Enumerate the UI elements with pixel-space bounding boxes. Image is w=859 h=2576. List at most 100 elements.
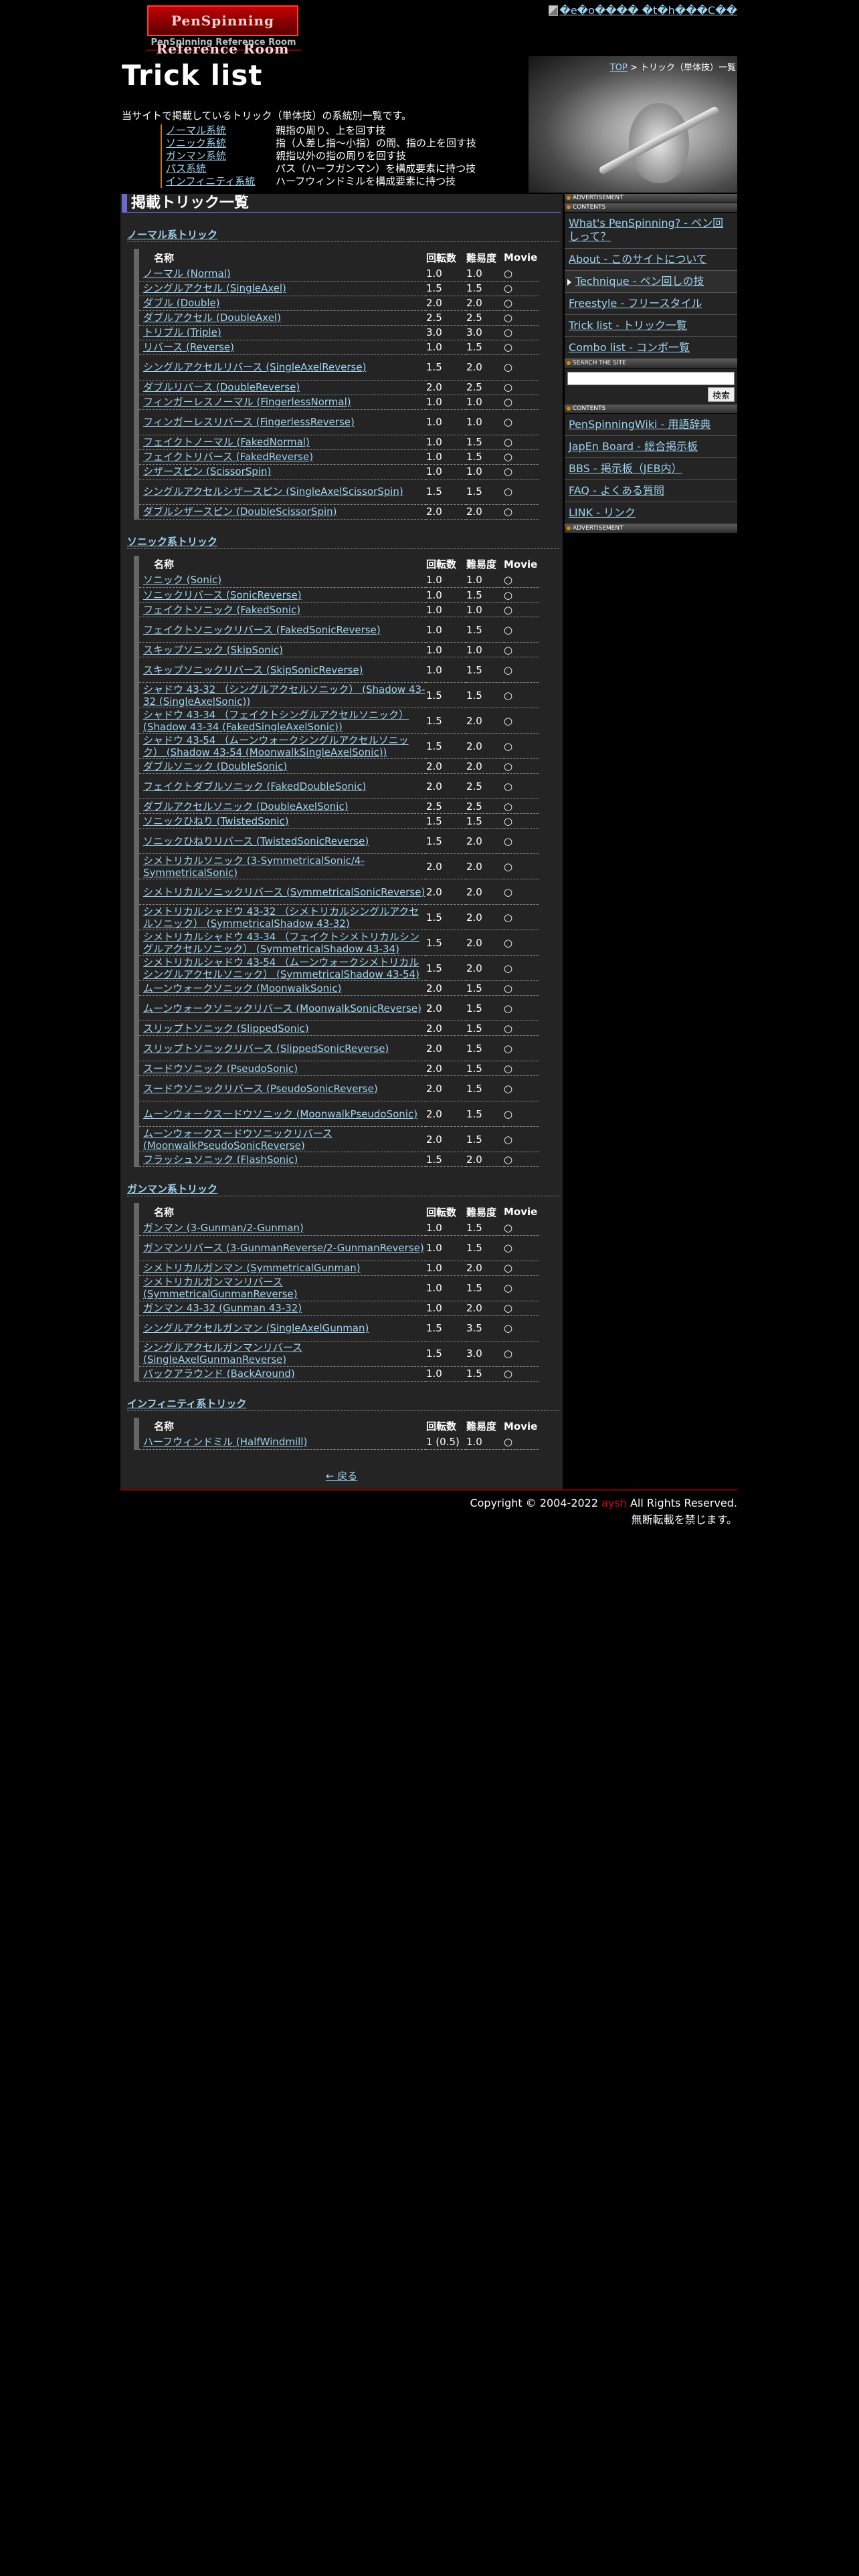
sidebar-item-bbs[interactable]: BBS - 掲示板（JEB内） xyxy=(565,458,737,480)
movie-cell[interactable]: ○ xyxy=(504,853,539,879)
movie-cell[interactable]: ○ xyxy=(504,310,539,326)
movie-cell[interactable]: ○ xyxy=(504,1301,539,1316)
trick-link[interactable]: フェイクトダブルソニック (FakedDoubleSonic) xyxy=(143,780,366,792)
sidebar-item-combo-list[interactable]: Combo list - コンボ一覧 xyxy=(565,337,737,359)
movie-cell[interactable]: ○ xyxy=(504,380,539,395)
movie-cell[interactable]: ○ xyxy=(504,1275,539,1301)
movie-cell[interactable]: ○ xyxy=(504,266,539,282)
sidebar-item-technique[interactable]: Technique - ペン回しの技 xyxy=(565,271,737,293)
back-link[interactable]: ← 戻る xyxy=(326,1470,357,1482)
trick-link[interactable]: フェイクトソニックリバース (FakedSonicReverse) xyxy=(143,624,381,636)
trick-link[interactable]: スードウソニックリバース (PseudoSonicReverse) xyxy=(143,1083,378,1095)
trick-link[interactable]: ムーンウォークソニック (MoonwalkSonic) xyxy=(143,982,341,994)
movie-cell[interactable]: ○ xyxy=(504,955,539,981)
section-title-link[interactable]: ガンマン系トリック xyxy=(127,1183,217,1195)
movie-cell[interactable]: ○ xyxy=(504,980,539,996)
movie-cell[interactable]: ○ xyxy=(504,657,539,683)
trick-link[interactable]: シメトリカルガンマンリバース (SymmetricalGunmanReverse… xyxy=(143,1276,298,1300)
trick-link[interactable]: フェイクトリバース (FakedReverse) xyxy=(143,451,313,463)
trick-link[interactable]: ガンマンリバース (3-GunmanReverse/2-GunmanRevers… xyxy=(143,1242,424,1254)
movie-cell[interactable]: ○ xyxy=(504,572,539,588)
trick-link[interactable]: ダブルシザースピン (DoubleScissorSpin) xyxy=(143,506,337,518)
trick-link[interactable]: シメトリカルシャドウ 43-32 （シメトリカルシングルアクセルソニック） (S… xyxy=(143,905,419,930)
movie-cell[interactable]: ○ xyxy=(504,449,539,465)
movie-cell[interactable]: ○ xyxy=(504,325,539,340)
trick-link[interactable]: スードウソニック (PseudoSonic) xyxy=(143,1063,298,1075)
trick-link[interactable]: シメトリカルガンマン (SymmetricalGunman) xyxy=(143,1262,361,1274)
section-title-link[interactable]: インフィニティ系トリック xyxy=(127,1398,246,1410)
trick-link[interactable]: ダブルソニック (DoubleSonic) xyxy=(143,760,287,772)
trick-link[interactable]: シャドウ 43-54 （ムーンウォークシングルアクセルソニック） (Shadow… xyxy=(143,734,409,758)
movie-cell[interactable]: ○ xyxy=(504,1220,539,1236)
movie-cell[interactable]: ○ xyxy=(504,1035,539,1061)
movie-cell[interactable]: ○ xyxy=(504,682,539,708)
search-input[interactable] xyxy=(567,371,735,385)
sidebar-item-trick-list[interactable]: Trick list - トリック一覧 xyxy=(565,315,737,337)
trick-link[interactable]: シャドウ 43-34 （フェイクトシングルアクセルソニック） (Shadow 4… xyxy=(143,709,409,733)
trick-link[interactable]: シメトリカルソニックリバース (SymmetricalSonicReverse) xyxy=(143,886,425,898)
trick-link[interactable]: ムーンウォークスードウソニックリバース (MoonwalkPseudoSonic… xyxy=(143,1128,332,1152)
movie-cell[interactable]: ○ xyxy=(504,281,539,296)
sidebar-item-link[interactable]: LINK - リンク xyxy=(565,502,737,524)
section-title-link[interactable]: ソニック系トリック xyxy=(127,536,217,548)
movie-cell[interactable]: ○ xyxy=(504,1126,539,1152)
movie-cell[interactable]: ○ xyxy=(504,296,539,311)
trick-link[interactable]: フィンガーレスノーマル (FingerlessNormal) xyxy=(143,396,351,408)
trick-link[interactable]: ムーンウォークスードウソニック (MoonwalkPseudoSonic) xyxy=(143,1108,417,1120)
movie-cell[interactable]: ○ xyxy=(504,773,539,799)
movie-cell[interactable]: ○ xyxy=(504,587,539,603)
breadcrumb-top-link[interactable]: TOP xyxy=(610,63,628,73)
trick-link[interactable]: シングルアクセルシザースピン (SingleAxelScissorSpin) xyxy=(143,486,403,498)
trick-link[interactable]: ノーマル (Normal) xyxy=(143,267,231,280)
trick-link[interactable]: フェイクトソニック (FakedSonic) xyxy=(143,604,300,616)
trick-link[interactable]: リバース (Reverse) xyxy=(143,341,234,353)
trick-link[interactable]: ガンマン 43-32 (Gunman 43-32) xyxy=(143,1302,302,1314)
trick-link[interactable]: ガンマン (3-Gunman/2-Gunman) xyxy=(143,1222,304,1234)
sidebar-item-wiki[interactable]: PenSpinningWiki - 用語辞典 xyxy=(565,414,737,436)
category-link-gunman[interactable]: ガンマン系統 xyxy=(166,150,276,163)
sidebar-item-about[interactable]: About - このサイトについて xyxy=(565,249,737,271)
trick-link[interactable]: ソニックリバース (SonicReverse) xyxy=(143,589,302,601)
movie-cell[interactable]: ○ xyxy=(504,1075,539,1101)
trick-link[interactable]: シングルアクセル (SingleAxel) xyxy=(143,282,286,294)
trick-link[interactable]: スリップトソニック (SlippedSonic) xyxy=(143,1023,309,1035)
top-banner-link[interactable]: �e�o���� �t�h���C�� xyxy=(549,4,737,17)
movie-cell[interactable]: ○ xyxy=(504,642,539,657)
movie-cell[interactable]: ○ xyxy=(504,708,539,734)
movie-cell[interactable]: ○ xyxy=(504,1366,539,1382)
trick-link[interactable]: シメトリカルシャドウ 43-34 （フェイクトシメトリカルシングルアクセルソニッ… xyxy=(143,931,419,955)
movie-cell[interactable]: ○ xyxy=(504,479,539,505)
site-logo[interactable]: PenSpinning Reference Room PenSpinning R… xyxy=(146,3,301,57)
movie-cell[interactable]: ○ xyxy=(504,504,539,520)
movie-cell[interactable]: ○ xyxy=(504,813,539,829)
movie-cell[interactable]: ○ xyxy=(504,464,539,479)
movie-cell[interactable]: ○ xyxy=(504,1434,539,1450)
section-title-link[interactable]: ノーマル系トリック xyxy=(127,229,217,241)
movie-cell[interactable]: ○ xyxy=(504,904,539,930)
trick-link[interactable]: シザースピン (ScissorSpin) xyxy=(143,465,271,477)
movie-cell[interactable]: ○ xyxy=(504,930,539,956)
sidebar-item-freestyle[interactable]: Freestyle - フリースタイル xyxy=(565,293,737,315)
movie-cell[interactable]: ○ xyxy=(504,395,539,410)
trick-link[interactable]: ダブルアクセル (DoubleAxel) xyxy=(143,312,281,324)
movie-cell[interactable]: ○ xyxy=(504,758,539,774)
movie-cell[interactable]: ○ xyxy=(504,1341,539,1367)
trick-link[interactable]: ソニックひねりリバース (TwistedSonicReverse) xyxy=(143,835,369,847)
movie-cell[interactable]: ○ xyxy=(504,1152,539,1167)
trick-link[interactable]: ソニックひねり (TwistedSonic) xyxy=(143,815,289,827)
trick-link[interactable]: シングルアクセルリバース (SingleAxelReverse) xyxy=(143,361,366,373)
trick-link[interactable]: フェイクトノーマル (FakedNormal) xyxy=(143,436,310,448)
trick-link[interactable]: スキップソニック (SkipSonic) xyxy=(143,644,283,656)
category-link-normal[interactable]: ノーマル系統 xyxy=(166,124,276,137)
movie-cell[interactable]: ○ xyxy=(504,733,539,759)
sidebar-item-faq[interactable]: FAQ - よくある質問 xyxy=(565,480,737,502)
logo-banner[interactable]: PenSpinning Reference Room xyxy=(147,5,298,57)
trick-link[interactable]: バックアラウンド (BackAround) xyxy=(143,1368,295,1380)
trick-link[interactable]: ダブルリバース (DoubleReverse) xyxy=(143,381,300,393)
trick-link[interactable]: トリプル (Triple) xyxy=(143,326,221,338)
trick-link[interactable]: スリップトソニックリバース (SlippedSonicReverse) xyxy=(143,1043,389,1055)
trick-link[interactable]: シャドウ 43-32 （シングルアクセルソニック） (Shadow 43-32 … xyxy=(143,683,425,708)
movie-cell[interactable]: ○ xyxy=(504,1061,539,1076)
trick-link[interactable]: シングルアクセルガンマンリバース (SingleAxelGunmanRevers… xyxy=(143,1341,302,1366)
movie-cell[interactable]: ○ xyxy=(504,1315,539,1341)
